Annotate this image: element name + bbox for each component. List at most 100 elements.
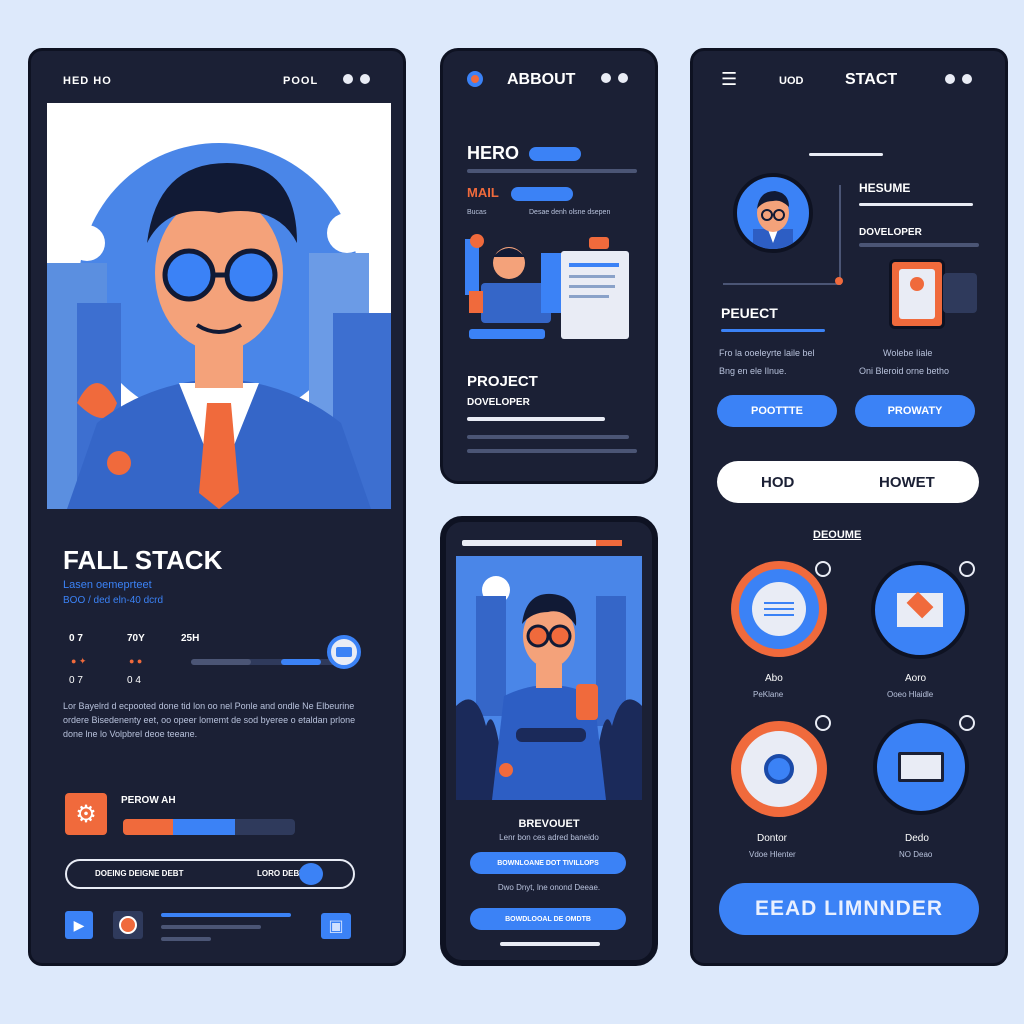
stat-1: 70Y [127,633,145,644]
hero-illustration [47,103,391,509]
record-icon[interactable] [113,911,143,939]
tile-disc-badge-icon [815,715,831,731]
stat-2: 25H [181,633,200,644]
gear-icon[interactable]: ⚙ [65,793,107,835]
mail-meta-left: Bucas [467,209,487,216]
header-left-label: HED HO [63,75,112,87]
about-illustration [465,231,635,345]
avatar[interactable] [733,173,813,253]
portfolio-caption: BREVOUET [518,818,580,830]
hero-label: HERO [467,143,520,163]
about-line-2 [467,435,629,439]
tile-1-title: Aoro [905,673,927,684]
tile-mail-icon[interactable] [871,561,969,659]
stat-1-dots-icon: ● ● [129,656,143,666]
tile-0-title: Abo [765,673,783,684]
stat-0-sub: 0 7 [69,675,83,686]
section-title: DEOUME [813,529,862,541]
chat-icon[interactable] [327,635,361,669]
slider-track[interactable] [191,659,341,665]
stat-0: 0 7 [69,633,83,644]
hero-divider [467,169,637,173]
profile-card-icon[interactable] [889,259,945,329]
desc-right-1: Wolebe Iiale [883,348,933,358]
about-phone: ABBOUT HERO MAIL Bucas Desae denh olsne … [440,48,658,484]
desc-left-1: Fro la ooeleyrte laile bel [719,348,815,358]
segment-toggle[interactable]: HOD HOWET [717,461,979,503]
portfolio-illustration [456,556,642,800]
portfolio-note: Dwo Dnyt, lne onond Deeae. [497,883,601,892]
tile-2-sub: Vdoe Hlenter [749,850,796,859]
search-bar[interactable]: DOEING DEIGNE DEBT LORO DEBT [65,859,355,889]
tile-laptop-icon[interactable] [873,719,969,815]
toggle-left[interactable]: HOD [761,474,794,491]
tile-chat-icon[interactable] [731,561,827,657]
about-title: ABBOUT [507,71,576,88]
tile-0-sub: PeKlane [753,690,784,699]
about-logo-icon [467,71,483,87]
developer-underline [859,243,979,247]
progress-fill [123,819,179,835]
about-line-3 [467,449,637,453]
footer-line-2 [161,925,261,929]
stat-1-sub: 0 4 [127,675,141,686]
developer-label: DOVELOPER [859,227,922,238]
portfolio-phone: BREVOUET Lenr bon ces adred baneido BOWN… [440,516,658,966]
progress-label: PEROW AH [121,795,176,806]
portfolio-button[interactable]: POOTTTE [717,395,837,427]
about-project-title: PROJECT [467,373,538,390]
menu-icon[interactable]: ☰ [721,69,737,90]
stack-top-line [809,153,883,156]
project-label: PEUECT [721,305,778,321]
window-controls[interactable] [341,72,372,86]
mail-label: MAIL [467,185,499,200]
download-button-1[interactable]: BOWNLOANE DOT TIVILLOPS [470,852,626,874]
tile-3-title: Dedo [905,833,929,844]
stack-phone: ☰ UOD STACT HESUME DOVELOPER PEUECT Fro … [690,48,1008,966]
privacy-button[interactable]: PROWATY [855,395,975,427]
download-button-2[interactable]: BOWDLOOAL DE OMDTB [470,908,626,930]
stack-title: STACT [845,71,898,88]
profile-phone: HED HO POOL FALL STACK Lasen oemeprteet … [28,48,406,966]
tile-2-title: Dontor [757,833,788,844]
cta-button[interactable]: EEAD LIMNNDER [719,883,979,935]
stack-window-controls[interactable] [943,72,974,86]
slider-fill [191,659,251,665]
tile-mail-badge-icon [959,561,975,577]
connector-line-h [723,283,841,285]
tile-disc-icon[interactable] [731,721,827,817]
stat-0-dots-icon: ● ✦ [71,656,87,666]
tile-3-sub: NO Deao [899,850,933,859]
gift-icon[interactable]: ▣ [321,913,351,939]
tile-1-sub: Ooeo Hlaidle [887,690,934,699]
toggle-right[interactable]: HOWET [879,474,935,491]
about-line-1 [467,417,605,421]
search-left-label: DOEING DEIGNE DEBT [95,869,184,878]
progress-bar [123,819,295,835]
connector-line [839,185,841,285]
mail-meta-right: Desae denh olsne dsepen [529,209,611,216]
header-right-label[interactable]: POOL [283,75,318,87]
profile-subtitle: Lasen oemeprteet [63,579,152,591]
search-right-label: LORO DEBT [257,869,305,878]
hero-pill [529,147,581,161]
portfolio-caption-sub: Lenr bon ces adred baneido [499,833,599,842]
card-shadow [943,273,977,313]
progress-fill-accent [173,819,235,835]
stack-header-mid[interactable]: UOD [779,75,803,87]
play-icon[interactable]: ▶ [65,911,93,939]
home-indicator[interactable] [500,942,600,946]
tile-laptop-badge-icon [959,715,975,731]
connector-dot [835,277,843,285]
profile-paragraph: Lor Bayelrd d ecpooted done tid lon oo n… [63,701,356,739]
search-toggle-icon[interactable] [299,863,323,885]
profile-title: FALL STACK [63,545,223,575]
footer-line-1 [161,913,291,917]
top-strip-accent [596,540,622,546]
footer-line-3 [161,937,211,941]
profile-meta: BOO / ded eln-40 dcrd [63,595,164,606]
desc-right-2: Oni Bleroid orne betho [859,366,950,376]
slider-fill-accent [281,659,321,665]
about-window-controls[interactable] [599,71,630,85]
desc-left-2: Bng en ele Ilnue. [719,366,787,376]
